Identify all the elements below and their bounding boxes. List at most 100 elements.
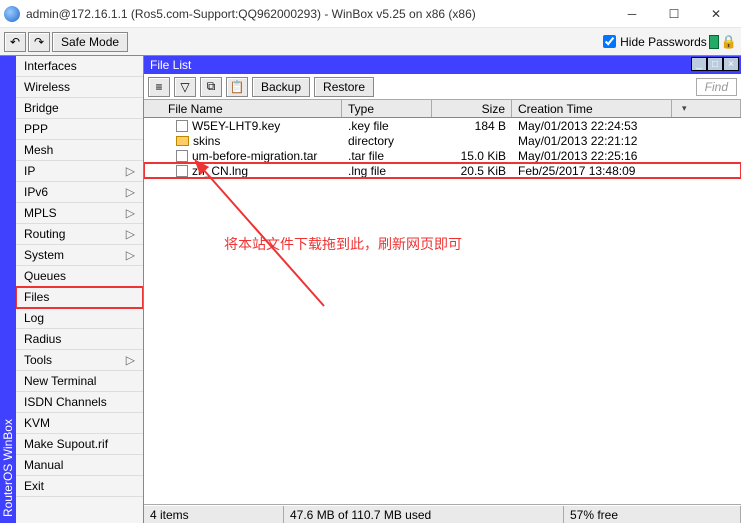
sidebar-item-label: IP — [24, 164, 35, 178]
col-size[interactable]: Size — [432, 100, 512, 117]
sidebar-item-log[interactable]: Log▷ — [16, 308, 143, 329]
chevron-right-icon: ▷ — [126, 206, 135, 220]
sidebar-item-bridge[interactable]: Bridge▷ — [16, 98, 143, 119]
file-size: 184 B — [432, 119, 512, 133]
table-row[interactable]: W5EY-LHT9.key.key file184 BMay/01/2013 2… — [144, 118, 741, 133]
sidebar-item-make-supout.rif[interactable]: Make Supout.rif▷ — [16, 434, 143, 455]
table-row[interactable]: skinsdirectoryMay/01/2013 22:21:12 — [144, 133, 741, 148]
backup-button[interactable]: Backup — [252, 77, 310, 97]
sidebar-item-label: Exit — [24, 479, 44, 493]
col-dropdown[interactable] — [672, 100, 741, 117]
sidebar-item-label: Make Supout.rif — [24, 437, 108, 451]
sidebar-item-exit[interactable]: Exit▷ — [16, 476, 143, 497]
close-button[interactable]: ✕ — [695, 1, 737, 27]
sidebar-item-label: Mesh — [24, 143, 53, 157]
sidebar-item-label: MPLS — [24, 206, 57, 220]
panel-close-button[interactable]: × — [723, 57, 739, 71]
file-icon — [176, 150, 188, 162]
col-ctime[interactable]: Creation Time — [512, 100, 672, 117]
paste-icon-button[interactable]: 📋 — [226, 77, 248, 97]
file-table: File Name Type Size Creation Time W5EY-L… — [144, 100, 741, 505]
file-name: zh_CN.lng — [192, 164, 248, 178]
sidebar-item-label: Tools — [24, 353, 52, 367]
file-name: skins — [193, 134, 220, 148]
file-ctime: May/01/2013 22:25:16 — [512, 149, 672, 163]
restore-button[interactable]: Restore — [314, 77, 374, 97]
vertical-tab[interactable]: RouterOS WinBox — [0, 56, 16, 523]
copy-icon-button[interactable]: ⧉ — [200, 77, 222, 97]
status-used: 47.6 MB of 110.7 MB used — [284, 506, 564, 523]
sidebar-item-label: Routing — [24, 227, 65, 241]
panel-maximize-button[interactable]: □ — [707, 57, 723, 71]
file-icon — [176, 120, 188, 132]
sidebar-item-isdn-channels[interactable]: ISDN Channels▷ — [16, 392, 143, 413]
maximize-button[interactable]: ☐ — [653, 1, 695, 27]
sidebar-item-system[interactable]: System▷ — [16, 245, 143, 266]
minimize-button[interactable]: ─ — [611, 1, 653, 27]
col-type[interactable]: Type — [342, 100, 432, 117]
list-icon-button[interactable]: ≡ — [148, 77, 170, 97]
window-title: admin@172.16.1.1 (Ros5.com-Support:QQ962… — [26, 7, 611, 21]
hide-passwords-input[interactable] — [603, 35, 616, 48]
sidebar-item-new-terminal[interactable]: New Terminal▷ — [16, 371, 143, 392]
chevron-right-icon: ▷ — [126, 164, 135, 178]
file-type: .key file — [342, 119, 432, 133]
sidebar-item-label: Queues — [24, 269, 66, 283]
sidebar-item-label: Manual — [24, 458, 63, 472]
col-name[interactable]: File Name — [162, 100, 342, 117]
sidebar-item-label: PPP — [24, 122, 48, 136]
annotation-arrow — [184, 156, 344, 316]
sidebar-item-ip[interactable]: IP ▷ — [16, 161, 143, 182]
sidebar-item-manual[interactable]: Manual▷ — [16, 455, 143, 476]
file-size: 20.5 KiB — [432, 164, 512, 178]
sidebar-item-ppp[interactable]: PPP▷ — [16, 119, 143, 140]
sidebar-item-label: Files — [24, 290, 49, 304]
sidebar-item-label: Radius — [24, 332, 61, 346]
folder-icon — [176, 136, 189, 146]
sidebar-item-radius[interactable]: Radius▷ — [16, 329, 143, 350]
undo-button[interactable]: ↶ — [4, 32, 26, 52]
panel-titlebar: File List _ □ × — [144, 56, 741, 74]
file-ctime: Feb/25/2017 13:48:09 — [512, 164, 672, 178]
sidebar-item-wireless[interactable]: Wireless▷ — [16, 77, 143, 98]
sidebar-item-tools[interactable]: Tools▷ — [16, 350, 143, 371]
lock-icon: 🔒 — [721, 34, 737, 50]
hide-passwords-label: Hide Passwords — [620, 35, 707, 49]
sidebar-item-mesh[interactable]: Mesh▷ — [16, 140, 143, 161]
window-titlebar: admin@172.16.1.1 (Ros5.com-Support:QQ962… — [0, 0, 741, 28]
file-type: directory — [342, 134, 432, 148]
file-name: um-before-migration.tar — [192, 149, 317, 163]
status-free: 57% free — [564, 506, 741, 523]
chevron-right-icon: ▷ — [126, 227, 135, 241]
sidebar-item-files[interactable]: Files▷ — [16, 287, 143, 308]
file-type: .tar file — [342, 149, 432, 163]
file-type: .lng file — [342, 164, 432, 178]
sidebar-item-routing[interactable]: Routing ▷ — [16, 224, 143, 245]
col-icon[interactable] — [144, 100, 162, 117]
sidebar-item-queues[interactable]: Queues▷ — [16, 266, 143, 287]
file-icon — [176, 165, 188, 177]
status-count: 4 items — [144, 506, 284, 523]
panel-toolbar: ≡ ▽ ⧉ 📋 Backup Restore Find — [144, 74, 741, 100]
panel-minimize-button[interactable]: _ — [691, 57, 707, 71]
sidebar-item-label: ISDN Channels — [24, 395, 107, 409]
sidebar-item-label: New Terminal — [24, 374, 96, 388]
app-icon — [4, 6, 20, 22]
sidebar-item-interfaces[interactable]: Interfaces▷ — [16, 56, 143, 77]
redo-button[interactable]: ↷ — [28, 32, 50, 52]
table-row[interactable]: zh_CN.lng .lng file20.5 KiBFeb/25/2017 13… — [144, 163, 741, 178]
sidebar-item-mpls[interactable]: MPLS ▷ — [16, 203, 143, 224]
hide-passwords-checkbox[interactable]: Hide Passwords — [603, 35, 707, 49]
content-panel: File List _ □ × ≡ ▽ ⧉ 📋 Backup Restore F… — [144, 56, 741, 523]
sidebar-item-kvm[interactable]: KVM▷ — [16, 413, 143, 434]
safe-mode-button[interactable]: Safe Mode — [52, 32, 128, 52]
sidebar-item-label: Bridge — [24, 101, 59, 115]
filter-icon-button[interactable]: ▽ — [174, 77, 196, 97]
panel-title-text: File List — [150, 58, 191, 72]
sidebar-item-label: Interfaces — [24, 59, 77, 73]
find-field[interactable]: Find — [696, 78, 737, 96]
sidebar-item-label: Wireless — [24, 80, 70, 94]
sidebar-item-ipv6[interactable]: IPv6▷ — [16, 182, 143, 203]
sidebar-item-label: Log — [24, 311, 44, 325]
table-row[interactable]: um-before-migration.tar.tar file15.0 KiB… — [144, 148, 741, 163]
